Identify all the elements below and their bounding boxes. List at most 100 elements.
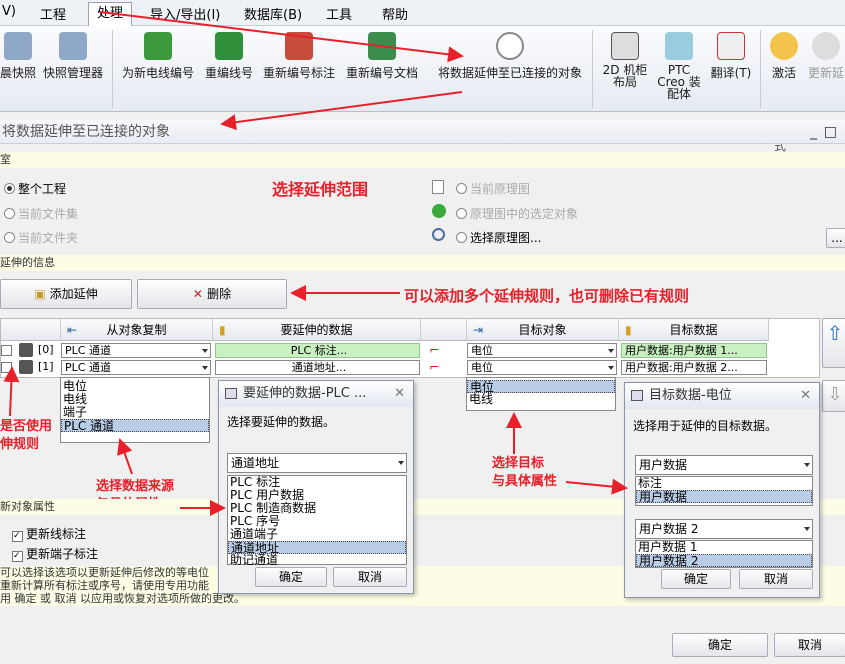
menu-item-process[interactable]: 处理	[88, 2, 133, 26]
number-new-wires-button[interactable]: 为新电线编号	[118, 32, 198, 81]
note-choose-range: 选择延伸范围	[272, 180, 369, 199]
document-icon	[432, 180, 444, 194]
header-copy-from[interactable]: ⇤ 从对象复制	[61, 319, 213, 341]
dialog-title: 目标数据-电位 ✕	[625, 383, 819, 409]
menu-item-tools[interactable]: 工具	[326, 4, 352, 23]
snapshot-button[interactable]: 晨快照	[0, 32, 36, 81]
source-combo[interactable]: PLC 通道	[61, 360, 211, 375]
creo-assembly-button[interactable]: PTC Creo 装配体	[654, 32, 704, 100]
source-combo[interactable]: PLC 通道	[61, 343, 211, 358]
plc-icon	[19, 343, 33, 357]
dialog-ok-button[interactable]: 确定	[661, 569, 731, 589]
renumber-documents-button[interactable]: 重新编号文档	[342, 32, 422, 81]
dialog-plc-data: 要延伸的数据-PLC ... ✕ 选择要延伸的数据。 通道地址 PLC 标注 PL…	[218, 380, 414, 594]
target-options-list-2: 用户数据 1 用户数据 2	[635, 540, 813, 568]
update-wire-checkbox[interactable]: ✓ 更新线标注	[12, 525, 86, 542]
source-dropdown-list: 电位 电线 端子 PLC 通道	[60, 377, 210, 443]
header-link	[421, 319, 467, 341]
ok-button[interactable]: 确定	[672, 633, 768, 657]
row-index: [1]	[38, 360, 54, 373]
extend-data-button[interactable]: 将数据延伸至已连接的对象	[430, 32, 590, 81]
translate-button[interactable]: 翻译(T)	[708, 32, 754, 81]
data-cell[interactable]: 通道地址...	[215, 360, 420, 375]
header-data-to-extend[interactable]: ▮ 要延伸的数据	[213, 319, 421, 341]
target-data-select-2[interactable]: 用户数据 2	[635, 519, 813, 539]
magnifier-icon	[432, 228, 445, 241]
row-index: [0]	[38, 343, 54, 356]
list-item[interactable]: 用户数据 1	[636, 541, 812, 554]
list-item[interactable]: 电线	[467, 393, 615, 406]
move-up-button[interactable]: ⇧	[822, 318, 845, 368]
radio-current-file-set[interactable]: 当前文件集	[4, 205, 78, 222]
data-select[interactable]: 通道地址	[227, 453, 407, 473]
dialog-cancel-button[interactable]: 取消	[739, 569, 813, 589]
arrow-down-icon: ⇩	[827, 384, 843, 405]
target-data-cell[interactable]: 用户数据:用户数据 1...	[621, 343, 767, 358]
minimize-icon[interactable]: _	[810, 120, 817, 144]
browse-button[interactable]: ...	[826, 228, 845, 248]
delete-icon: ✕	[192, 287, 208, 301]
radio-whole-project[interactable]: 整个工程	[4, 180, 66, 197]
translate-icon	[717, 32, 745, 60]
list-item[interactable]: 通道端子	[228, 528, 406, 541]
list-item[interactable]: 助记通道	[228, 554, 406, 567]
add-icon: ▣	[34, 287, 50, 301]
target-combo[interactable]: 电位	[467, 343, 617, 358]
target-data-select-1[interactable]: 用户数据	[635, 455, 813, 475]
camera-icon	[59, 32, 87, 60]
maximize-icon[interactable]: □	[824, 120, 837, 144]
radio-select-schematic[interactable]: 选择原理图...	[456, 229, 541, 246]
menu-item-help[interactable]: 帮助	[382, 4, 408, 23]
delete-button[interactable]: ✕ 删除	[137, 279, 287, 309]
close-icon[interactable]: ✕	[394, 381, 405, 407]
update-terminal-checkbox[interactable]: ✓ 更新端子标注	[12, 545, 98, 562]
dialog-prompt: 选择要延伸的数据。	[227, 415, 336, 429]
renumber-tags-button[interactable]: 重新编号标注	[260, 32, 338, 81]
row-checkbox[interactable]	[1, 362, 12, 373]
dialog-target-data: 目标数据-电位 ✕ 选择用于延伸的目标数据。 用户数据 标注 用户数据 用户数据 …	[624, 382, 820, 598]
header-target-object[interactable]: ⇥ 目标对象	[467, 319, 619, 341]
cancel-button[interactable]: 取消	[774, 633, 845, 657]
update-button[interactable]: 更新延	[806, 32, 845, 81]
radio-selected-objects[interactable]: 原理图中的选定对象	[456, 205, 578, 222]
header-blank	[1, 319, 61, 341]
ribbon-separator	[112, 30, 113, 108]
close-icon[interactable]: ✕	[800, 383, 811, 409]
radio-current-folder[interactable]: 当前文件夹	[4, 229, 78, 246]
data-cell[interactable]: PLC 标注...	[215, 343, 420, 358]
list-item[interactable]: 标注	[636, 477, 812, 490]
menu-item-v[interactable]: V)	[2, 4, 16, 19]
cabinet-layout-button[interactable]: 2D 机柜布局	[598, 32, 652, 88]
target-options-list-1: 标注 用户数据	[635, 476, 813, 506]
header-target-data[interactable]: ▮ 目标数据	[619, 319, 769, 341]
renumber-wires-button[interactable]: 重编线号	[202, 32, 256, 81]
link-icon: ⌐	[429, 343, 440, 357]
target-combo[interactable]: 电位	[467, 360, 617, 375]
dialog-cancel-button[interactable]: 取消	[333, 567, 407, 587]
plc-icon	[19, 360, 33, 374]
info-section-header: 延伸的信息	[0, 255, 845, 271]
list-item[interactable]: 用户数据	[636, 490, 812, 504]
list-item[interactable]: 用户数据 2	[636, 554, 812, 568]
data-options-list: PLC 标注 PLC 用户数据 PLC 制造商数据 PLC 序号 通道端子 通道…	[227, 475, 407, 567]
radio-current-schematic[interactable]: 当前原理图	[456, 180, 530, 197]
dialog-prompt: 选择用于延伸的目标数据。	[633, 419, 778, 433]
row-checkbox[interactable]	[1, 345, 12, 356]
snapshot-manager-button[interactable]: 快照管理器	[38, 32, 108, 81]
dialog-ok-button[interactable]: 确定	[255, 567, 327, 587]
renumber-doc-icon	[368, 32, 396, 60]
target-data-cell[interactable]: 用户数据:用户数据 2...	[621, 360, 767, 375]
list-item[interactable]: 端子	[61, 406, 209, 419]
database-icon: ▮	[219, 323, 226, 337]
target-dropdown-list: 电位 电线	[466, 377, 616, 411]
rules-grid: ⇤ 从对象复制 ▮ 要延伸的数据 ⇥ 目标对象 ▮ 目标数据 [0] PLC 通道 PL…	[0, 318, 820, 378]
list-item[interactable]: PLC 通道	[61, 419, 209, 433]
arrow-right-icon: ⇥	[473, 323, 484, 337]
move-down-button[interactable]: ⇩	[822, 380, 845, 412]
add-extension-button[interactable]: ▣ 添加延伸	[0, 279, 132, 309]
activate-button[interactable]: 激活	[766, 32, 802, 81]
ribbon-separator	[760, 30, 761, 108]
menu-item-import-export[interactable]: 导入/导出(I)	[150, 4, 220, 23]
menu-item-project[interactable]: 工程	[40, 4, 66, 23]
menu-item-database[interactable]: 数据库(B)	[244, 4, 302, 23]
